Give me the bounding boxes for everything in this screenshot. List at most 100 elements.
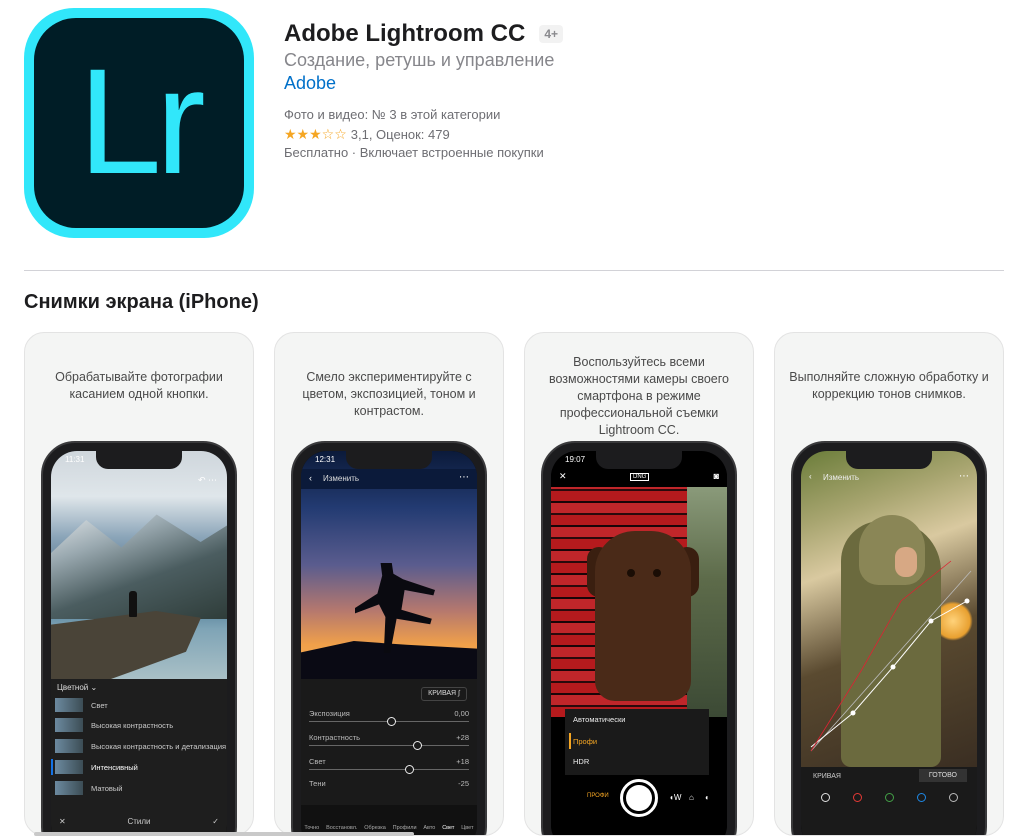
screenshot-card-4[interactable]: Выполняйте сложную обработку и коррекцию… bbox=[774, 332, 1004, 836]
curve-panel: КРИВАЯ ГОТОВО bbox=[801, 767, 977, 835]
edit-topbar: ‹ Изменить ⋯ bbox=[801, 469, 977, 489]
tool-label: Точно bbox=[304, 825, 320, 831]
dog-figure bbox=[595, 531, 691, 701]
edit-label: Изменить bbox=[323, 474, 360, 483]
preset-item-active: Интенсивный bbox=[51, 757, 227, 777]
check-icon: ✓ bbox=[212, 817, 219, 826]
screenshot-caption: Воспользуйтесь всеми возможностями камер… bbox=[549, 355, 729, 437]
age-rating-badge: 4+ bbox=[539, 25, 563, 43]
screenshots-gallery[interactable]: Обрабатывайте фотографии касанием одной … bbox=[24, 332, 1004, 836]
screenshot-card-3[interactable]: Воспользуйтесь всеми возможностями камер… bbox=[524, 332, 754, 836]
tool-label: Восстановл. bbox=[326, 825, 358, 831]
phone-screen: 12:31 ‹ Изменить ⋯ КРИВАЯ ∫ Экспозиция 0… bbox=[301, 451, 477, 835]
channel-dot bbox=[884, 793, 894, 802]
done-button: ГОТОВО bbox=[918, 769, 967, 782]
mode-auto: Автоматически bbox=[573, 715, 626, 724]
price-info: Бесплатно · Включает встроенные покупки bbox=[284, 145, 544, 160]
category-rank[interactable]: Фото и видео: № 3 в этой категории bbox=[284, 107, 500, 122]
phone-screen: ‹ Изменить ⋯ КРИВАЯ ГОТОВО bbox=[801, 451, 977, 835]
tool-label-active: Свет bbox=[442, 825, 455, 831]
phone-notch bbox=[96, 451, 182, 469]
preset-thumbnail bbox=[55, 739, 83, 753]
back-icon: ‹ bbox=[809, 472, 812, 481]
preset-thumbnail bbox=[55, 718, 83, 732]
tool-label: Авто bbox=[423, 825, 436, 831]
channel-dot bbox=[820, 793, 830, 802]
screenshot-caption: Обрабатывайте фотографии касанием одной … bbox=[55, 370, 223, 401]
app-icon: Lr bbox=[24, 8, 254, 238]
phone-frame: 12:31 ‹ Изменить ⋯ КРИВАЯ ∫ Экспозиция 0… bbox=[291, 441, 487, 835]
tool-label: Обрезка bbox=[364, 825, 386, 831]
presets-bottom-bar: ✕ Стили ✓ bbox=[51, 813, 227, 833]
app-icon-letters: Lr bbox=[78, 37, 205, 205]
preset-item: Высокая контрастность bbox=[51, 715, 227, 735]
preset-thumbnail bbox=[55, 760, 83, 774]
rating-row: ★★★☆☆ 3,1, Оценок: 479 bbox=[284, 126, 450, 143]
settings-icon: ◐ bbox=[705, 793, 710, 802]
preset-thumbnail bbox=[55, 698, 83, 712]
status-time: 11:31 bbox=[65, 455, 85, 464]
preset-thumbnail bbox=[55, 781, 83, 795]
curve-point bbox=[850, 710, 856, 716]
preset-item: Матовый bbox=[51, 778, 227, 798]
app-icon-face: Lr bbox=[34, 18, 244, 228]
phone-frame: ‹ Изменить ⋯ КРИВАЯ ГОТОВО bbox=[791, 441, 987, 835]
exposure-slider: Экспозиция 0,00 bbox=[309, 709, 469, 733]
photo-background bbox=[687, 487, 727, 717]
back-icon: ‹ bbox=[309, 473, 312, 483]
preset-item: Высокая контрастность и детализация bbox=[51, 736, 227, 756]
active-marker bbox=[51, 759, 53, 775]
camera-controls: ПРОФИ ◖W ⌂ ◐ bbox=[551, 767, 727, 835]
phone-notch bbox=[846, 451, 932, 469]
app-subtitle: Создание, ретушь и управление bbox=[284, 50, 555, 70]
mic-icon: ◖W bbox=[669, 793, 682, 802]
phone-frame: 11:31 ↶ ⋯ Цветной ⌄ Свет Высокая контрас… bbox=[41, 441, 237, 835]
star-rating-icon: ★★★☆☆ bbox=[284, 126, 347, 142]
camera-switch-icon: ◙ bbox=[713, 471, 719, 481]
channel-dot bbox=[948, 793, 958, 802]
title-row: Adobe Lightroom CC 4+ bbox=[284, 20, 563, 48]
channel-selector bbox=[809, 793, 969, 802]
curve-point bbox=[928, 618, 934, 624]
screenshot-caption: Смело экспериментируйте с цветом, экспоз… bbox=[302, 370, 476, 418]
contrast-slider: Контрастность +28 bbox=[309, 733, 469, 757]
hiker-figure bbox=[129, 591, 137, 617]
shadows-slider: Тени -25 bbox=[309, 779, 469, 788]
mode-pro: Профи bbox=[573, 737, 598, 746]
app-title: Adobe Lightroom CC bbox=[284, 20, 526, 47]
active-marker bbox=[569, 733, 571, 749]
preset-group-dropdown: Цветной ⌄ bbox=[57, 683, 98, 692]
more-icon: ⋯ bbox=[459, 472, 469, 483]
status-time: 12:31 bbox=[315, 455, 336, 464]
edit-topbar: ‹ Изменить ⋯ bbox=[301, 469, 477, 489]
phone-notch bbox=[596, 451, 682, 469]
tone-curve bbox=[810, 560, 972, 752]
developer-link[interactable]: Adobe bbox=[284, 73, 336, 94]
camera-topbar: ✕ DNG ◙ bbox=[551, 469, 727, 487]
screenshot-card-1[interactable]: Обрабатывайте фотографии касанием одной … bbox=[24, 332, 254, 836]
phone-notch bbox=[346, 451, 432, 469]
mode-label: ПРОФИ bbox=[587, 793, 609, 799]
screenshot-caption: Выполняйте сложную обработку и коррекцию… bbox=[789, 370, 989, 401]
status-time: 19:07 bbox=[565, 455, 586, 464]
edit-label: Изменить bbox=[823, 473, 860, 482]
channel-dot bbox=[852, 793, 862, 802]
dog-eye bbox=[627, 569, 635, 577]
curve-point bbox=[964, 598, 970, 604]
undo-icon: ↶ ⋯ bbox=[197, 475, 217, 485]
phone-screen: 11:31 ↶ ⋯ Цветной ⌄ Свет Высокая контрас… bbox=[51, 451, 227, 835]
close-icon: ✕ bbox=[559, 471, 567, 481]
styles-label: Стили bbox=[127, 817, 151, 826]
format-badge: DNG bbox=[630, 473, 650, 481]
tool-label: Профили bbox=[392, 825, 417, 831]
curve-label: КРИВАЯ bbox=[813, 773, 841, 780]
lock-icon: ⌂ bbox=[689, 793, 694, 802]
camera-mode-menu: Автоматически Профи HDR bbox=[565, 709, 709, 775]
rating-text: 3,1, Оценок: 479 bbox=[350, 127, 450, 142]
curve-point bbox=[890, 664, 896, 670]
more-icon: ⋯ bbox=[959, 471, 969, 482]
gallery-scrollbar[interactable] bbox=[34, 832, 414, 836]
screenshot-card-2[interactable]: Смело экспериментируйте с цветом, экспоз… bbox=[274, 332, 504, 836]
dog-eye bbox=[653, 569, 661, 577]
shutter-button bbox=[620, 779, 658, 817]
